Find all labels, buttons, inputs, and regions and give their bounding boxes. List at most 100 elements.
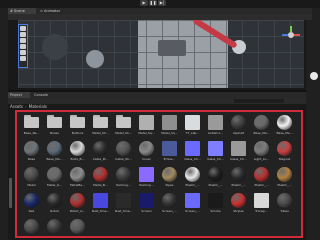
asset-item[interactable]: Red <box>21 193 42 217</box>
rect-tool-icon[interactable] <box>20 50 26 55</box>
hand-tool-icon[interactable] <box>20 26 26 31</box>
asset-item[interactable]: Pipes <box>159 167 180 191</box>
asset-item[interactable]: Stripes <box>228 193 249 217</box>
asset-label: Plastic_... <box>254 183 269 187</box>
asset-item[interactable]: Cable_Sh... <box>113 141 134 165</box>
top-toolbar: ▶ ❚❚ ▶| <box>0 0 320 8</box>
asset-label: Screen_... <box>162 209 177 213</box>
orientation-gizmo[interactable] <box>282 26 300 44</box>
play-icon[interactable]: ▶ <box>140 0 148 6</box>
asset-item[interactable]: Asphalt <box>228 115 249 139</box>
asset-label: Plastic_... <box>208 183 223 187</box>
asset-item[interactable]: Emiss... <box>159 141 180 165</box>
asset-item[interactable]: Screen <box>136 193 157 217</box>
asset-item[interactable]: Metal_Sh... <box>113 115 134 139</box>
asset-item[interactable]: Plastic_... <box>274 167 295 191</box>
asset-item[interactable]: Rust_Sma... <box>113 193 134 217</box>
asset-item[interactable]: TT_Lab... <box>182 115 203 139</box>
asset-item[interactable]: Metal_Sq... <box>159 115 180 139</box>
material-preview <box>185 167 200 182</box>
asset-label: Base <box>27 157 36 161</box>
asset-item[interactable]: Plastic_... <box>228 167 249 191</box>
asset-item[interactable]: Metal_Sq... <box>136 115 157 139</box>
folder-icon <box>47 115 62 130</box>
asset-item[interactable]: Buttons <box>67 115 88 139</box>
asset-label: Glass_Ch... <box>184 157 201 161</box>
asset-label: Robot <box>50 209 59 213</box>
asset-item[interactable]: Base_Re... <box>21 115 42 139</box>
asset-item[interactable]: Antishro... <box>205 115 226 139</box>
step-icon[interactable]: ▶| <box>158 0 166 6</box>
move-tool-icon[interactable] <box>20 32 26 37</box>
asset-item[interactable] <box>44 219 65 236</box>
asset-item[interactable]: Screen_... <box>182 193 203 217</box>
asset-item[interactable]: Cable_Pr... <box>90 141 111 165</box>
asset-item[interactable] <box>67 219 88 236</box>
material-preview <box>208 167 223 182</box>
asset-item[interactable]: Screen_... <box>159 193 180 217</box>
asset-item[interactable]: Robot_Li... <box>67 193 88 217</box>
asset-item[interactable]: Plastic_... <box>251 167 272 191</box>
play-controls: ▶ ❚❚ ▶| <box>140 0 166 7</box>
asset-label: Smoke <box>210 209 221 213</box>
material-preview <box>93 141 108 156</box>
asset-item[interactable]: Light_Lo... <box>251 141 272 165</box>
asset-item[interactable]: Base_Ma... <box>251 115 272 139</box>
asset-item[interactable]: Base <box>21 141 42 165</box>
asset-item[interactable]: Metal_G... <box>44 167 65 191</box>
material-preview <box>254 167 269 182</box>
asset-label: Metal_B... <box>93 183 108 187</box>
material-preview <box>231 167 246 182</box>
material-preview <box>24 193 39 208</box>
asset-item[interactable]: MetalBe... <box>67 167 88 191</box>
asset-item[interactable]: Bolts_B... <box>67 141 88 165</box>
asset-item[interactable]: Magnet <box>274 141 295 165</box>
asset-item[interactable]: Base_Ma... <box>274 115 295 139</box>
vertical-scrollbar[interactable] <box>9 178 12 208</box>
asset-label: Screen_... <box>185 209 200 213</box>
material-preview <box>162 193 177 208</box>
asset-item[interactable]: Base_Ma... <box>44 141 65 165</box>
asset-item[interactable]: Robot <box>44 193 65 217</box>
asset-item[interactable]: Plastic_... <box>205 167 226 191</box>
asset-label: Robot_Li... <box>69 209 86 213</box>
material-preview <box>116 141 131 156</box>
asset-item[interactable]: Plastic_... <box>182 167 203 191</box>
material-preview <box>24 167 39 182</box>
search-input[interactable] <box>234 99 284 103</box>
asset-item[interactable]: Boxes <box>44 115 65 139</box>
asset-label: Glass_Ch... <box>230 157 247 161</box>
asset-label: Packing... <box>139 183 154 187</box>
asset-item[interactable]: Metal_B... <box>90 167 111 191</box>
asset-item[interactable]: Packing... <box>113 167 134 191</box>
asset-label: Metal_Sq... <box>138 131 155 135</box>
transform-tool-icon[interactable] <box>20 56 26 61</box>
asset-label: Rust_Sma... <box>91 209 110 213</box>
asset-item[interactable]: Cover <box>136 141 157 165</box>
asset-label: Cover <box>142 157 151 161</box>
asset-item[interactable]: Tubes <box>274 193 295 217</box>
folder-icon <box>116 115 131 130</box>
scene-viewport[interactable] <box>18 20 304 88</box>
texture-preview <box>254 193 269 208</box>
asset-item[interactable]: Transp... <box>251 193 272 217</box>
asset-item[interactable]: Glass_Ch... <box>182 141 203 165</box>
pause-icon[interactable]: ❚❚ <box>149 0 157 6</box>
asset-item[interactable]: Metal <box>21 167 42 191</box>
asset-item[interactable]: Glass_Ch... <box>205 141 226 165</box>
asset-item[interactable]: Packing... <box>136 167 157 191</box>
inspector-strip <box>306 8 320 240</box>
asset-item[interactable] <box>21 219 42 236</box>
asset-item[interactable]: Metal_Sh... <box>90 115 111 139</box>
rotate-tool-icon[interactable] <box>20 38 26 43</box>
asset-item[interactable]: Glass_Ch... <box>228 141 249 165</box>
material-preview <box>70 167 85 182</box>
asset-item[interactable]: Smoke <box>205 193 226 217</box>
texture-preview <box>208 141 223 156</box>
info-icon[interactable] <box>310 72 318 80</box>
material-preview <box>277 115 292 130</box>
scale-tool-icon[interactable] <box>20 44 26 49</box>
asset-item[interactable]: Rust_Sma... <box>90 193 111 217</box>
asset-label: Rust_Sma... <box>114 209 133 213</box>
material-preview <box>47 193 62 208</box>
